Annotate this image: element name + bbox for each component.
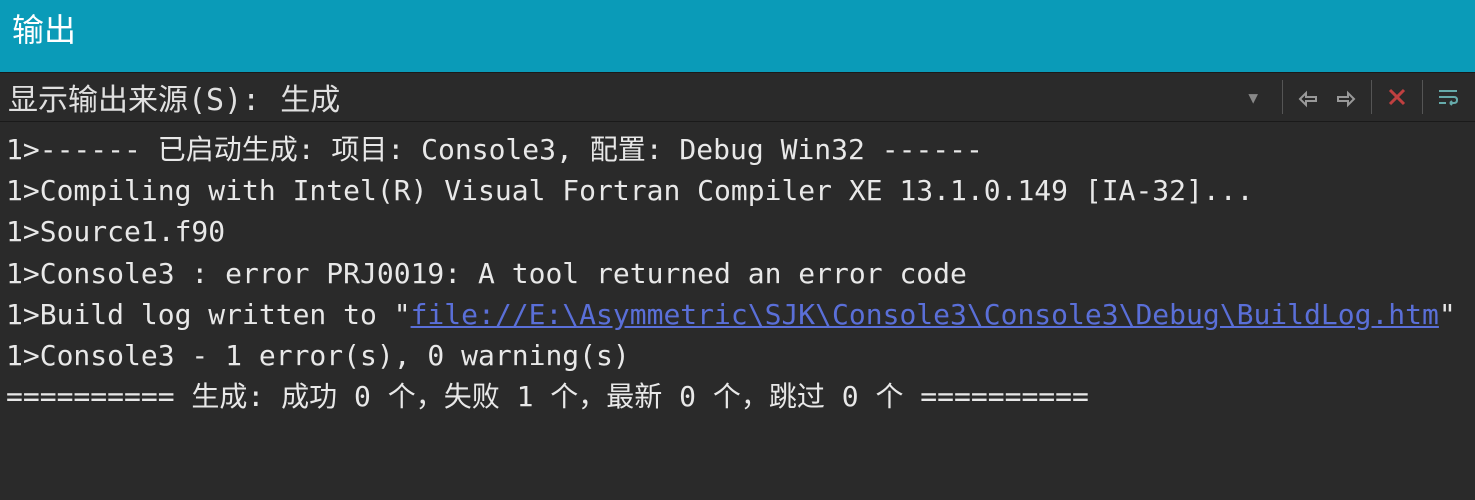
toggle-word-wrap-button[interactable] <box>1429 79 1467 115</box>
output-line: 1>Source1.f90 <box>6 212 1469 251</box>
output-source-selected: 生成 <box>280 75 340 119</box>
output-source-dropdown[interactable]: 生成 ▼ <box>272 73 1276 121</box>
toolbar-separator <box>1422 80 1423 114</box>
output-text-area[interactable]: 1>------ 已启动生成: 项目: Console3, 配置: Debug … <box>0 122 1475 426</box>
prev-message-icon <box>1296 85 1320 109</box>
output-line: 1>Compiling with Intel(R) Visual Fortran… <box>6 171 1469 210</box>
output-line: 1>------ 已启动生成: 项目: Console3, 配置: Debug … <box>6 130 1469 169</box>
clear-all-button[interactable] <box>1378 79 1416 115</box>
output-line: ========== 生成: 成功 0 个，失败 1 个，最新 0 个，跳过 0… <box>6 377 1469 416</box>
output-line: 1>Build log written to "file://E:\Asymme… <box>6 295 1469 334</box>
show-output-from-label: 显示输出来源(S): <box>8 75 260 119</box>
find-message-next-button[interactable] <box>1327 79 1365 115</box>
find-message-prev-button[interactable] <box>1289 79 1327 115</box>
clear-icon <box>1385 85 1409 109</box>
build-log-link[interactable]: file://E:\Asymmetric\SJK\Console3\Consol… <box>411 298 1439 331</box>
next-message-icon <box>1334 85 1358 109</box>
output-toolbar: 显示输出来源(S): 生成 ▼ <box>0 72 1475 122</box>
word-wrap-icon <box>1436 85 1460 109</box>
chevron-down-icon: ▼ <box>1248 88 1258 107</box>
output-line: 1>Console3 : error PRJ0019: A tool retur… <box>6 254 1469 293</box>
toolbar-separator <box>1371 80 1372 114</box>
output-panel-titlebar: 输出 <box>0 0 1475 56</box>
panel-title: 输出 <box>12 5 76 51</box>
output-line: 1>Console3 - 1 error(s), 0 warning(s) <box>6 336 1469 375</box>
titlebar-border <box>0 56 1475 72</box>
toolbar-separator <box>1282 80 1283 114</box>
